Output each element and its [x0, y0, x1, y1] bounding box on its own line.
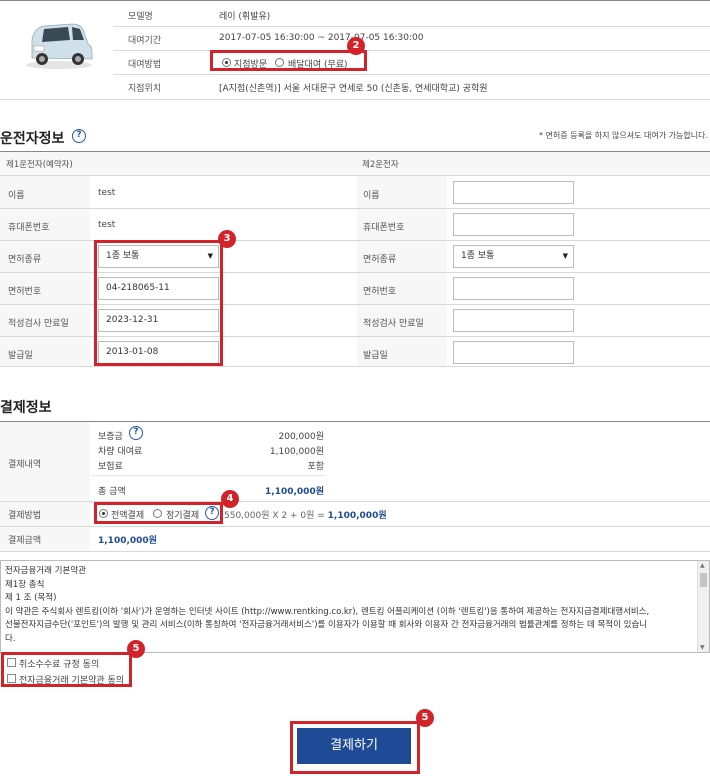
total-label: 총 금액 [98, 487, 126, 497]
first-name-value: test [98, 188, 116, 198]
insurance-label: 보험료 [98, 462, 123, 472]
second-license-no-input[interactable] [453, 277, 574, 300]
total-value: 1,100,000원 [265, 487, 324, 497]
first-license-no-label: 면허번호 [8, 287, 42, 297]
terms-line: 선불전자지급수단('포인트')의 발행 및 관리 서비스(이하 통칭하여 '전자… [5, 620, 648, 630]
terms-line: 다. [5, 633, 16, 644]
payment-section-title: 결제정보 [0, 400, 52, 416]
second-expiry-input[interactable] [453, 309, 574, 332]
payment-formula: 550,000원 X 2 + 0원 = 1,100,000원 [224, 508, 387, 521]
first-expiry-label: 적성검사 만료일 [8, 319, 69, 329]
terms-line: 이 약관은 주식회사 렌트킹(이하 '회사')가 운영하는 인터넷 사이트 (h… [5, 606, 650, 617]
second-license-type-label: 면허종류 [363, 255, 397, 265]
first-driver-header: 제1운전자(예약자) [6, 160, 73, 170]
second-issue-input[interactable] [453, 341, 574, 364]
second-driver-header: 제2운전자 [362, 160, 399, 170]
second-name-label: 이름 [363, 191, 380, 201]
model-value: 레이 (휘발유) [219, 12, 271, 22]
car-image [22, 18, 96, 72]
second-license-type-select[interactable]: 1종 보통 ▼ [453, 245, 574, 268]
first-phone-value: test [98, 220, 116, 230]
highlight-box-5b [290, 721, 420, 774]
highlight-box-2 [210, 50, 367, 71]
highlight-box-5a [1, 652, 132, 687]
step-badge-2: 2 [347, 37, 365, 55]
deposit-label: 보증금 [98, 432, 123, 442]
second-phone-input[interactable] [453, 213, 574, 236]
location-label: 지점위치 [128, 84, 162, 94]
insurance-value: 포함 [307, 462, 324, 472]
model-label: 모델명 [128, 12, 153, 22]
driver-header-row [0, 152, 710, 175]
first-label-column [0, 176, 90, 366]
rental-fee-value: 1,100,000원 [269, 447, 324, 457]
terms-textarea[interactable]: 전자금융거래 기본약관 제1장 총칙 제 1 조 (목적) 이 약관은 주식회사… [0, 560, 710, 653]
terms-line: 제 1 조 (목적) [5, 593, 57, 603]
second-issue-label: 발급일 [363, 351, 388, 361]
second-expiry-label: 적성검사 만료일 [363, 319, 424, 329]
payment-amount-label: 결제금액 [8, 536, 42, 546]
license-notice: * 면허증 등록을 하지 않으셔도 대여가 가능합니다. [539, 131, 708, 140]
scroll-up-icon[interactable]: ▲ [700, 562, 705, 569]
payment-formula-total: 1,100,000원 [327, 511, 387, 521]
highlight-box-4 [94, 502, 223, 524]
second-license-type-value: 1종 보통 [461, 251, 495, 261]
terms-line: 제1장 총칙 [5, 579, 45, 590]
driver-section-title: 운전자정보 [0, 131, 65, 147]
chevron-down-icon: ▼ [562, 252, 568, 260]
rental-fee-label: 차량 대여료 [98, 447, 143, 457]
period-label: 대여기간 [128, 36, 162, 46]
second-license-no-label: 면허번호 [363, 287, 397, 297]
step-badge-5b: 5 [416, 709, 434, 727]
second-name-input[interactable] [453, 181, 574, 204]
scroll-down-icon[interactable]: ▼ [700, 644, 705, 651]
payment-formula-text: 550,000원 X 2 + 0원 = [224, 511, 328, 521]
method-label: 대여방법 [128, 60, 162, 70]
payment-detail-label: 결제내역 [8, 460, 42, 470]
deposit-value: 200,000원 [278, 432, 325, 442]
first-license-type-label: 면허종류 [8, 255, 42, 265]
payment-amount-value: 1,100,000원 [98, 536, 157, 546]
terms-line: 전자금융거래 기본약관 [5, 566, 86, 576]
highlight-box-3 [94, 240, 223, 366]
second-label-column [357, 176, 447, 366]
first-name-label: 이름 [8, 191, 25, 201]
first-phone-label: 휴대폰번호 [8, 223, 50, 233]
payment-method-label: 결제방법 [8, 511, 42, 521]
first-issue-label: 발급일 [8, 351, 33, 361]
period-value: 2017-07-05 16:30:00 ~ 2017-07-05 16:30:0… [219, 33, 424, 43]
step-badge-5a: 5 [127, 640, 145, 658]
scrollbar-thumb[interactable] [700, 573, 707, 587]
step-badge-4: 4 [221, 490, 239, 508]
driver-help-icon[interactable]: ? [72, 129, 86, 143]
terms-scrollbar[interactable]: ▲ ▼ [697, 561, 709, 652]
step-badge-3: 3 [218, 230, 236, 248]
second-phone-label: 휴대폰번호 [363, 223, 405, 233]
deposit-help-icon[interactable]: ? [129, 426, 143, 440]
location-value: [A지점(신촌역)] 서울 서대문구 연세로 50 (신촌동, 연세대학교) 공… [219, 84, 488, 94]
